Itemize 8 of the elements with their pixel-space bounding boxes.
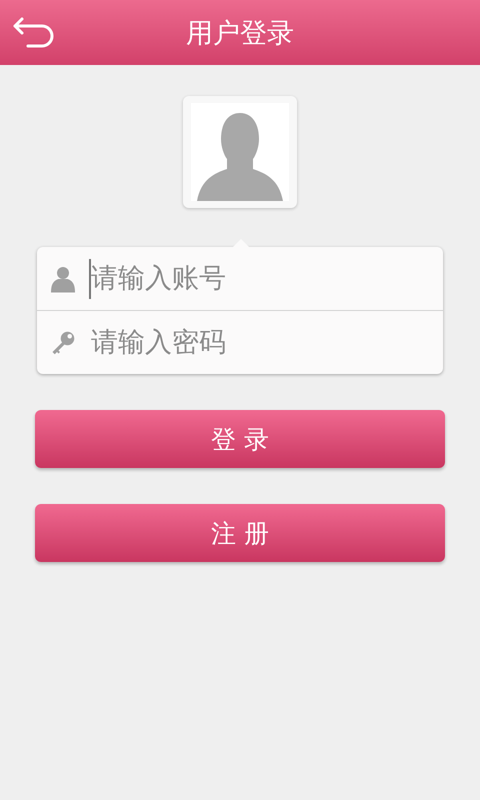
avatar-silhouette-icon bbox=[191, 103, 289, 201]
input-field[interactable]: 请输入密码 bbox=[89, 322, 433, 362]
input-field[interactable]: 请输入账号 bbox=[89, 258, 433, 298]
action-button[interactable]: 注 册 bbox=[35, 504, 445, 562]
window-title: 用户登录 bbox=[186, 16, 294, 50]
back-icon bbox=[12, 15, 56, 49]
action-button[interactable]: 登 录 bbox=[35, 410, 445, 468]
back-button[interactable] bbox=[12, 15, 56, 49]
